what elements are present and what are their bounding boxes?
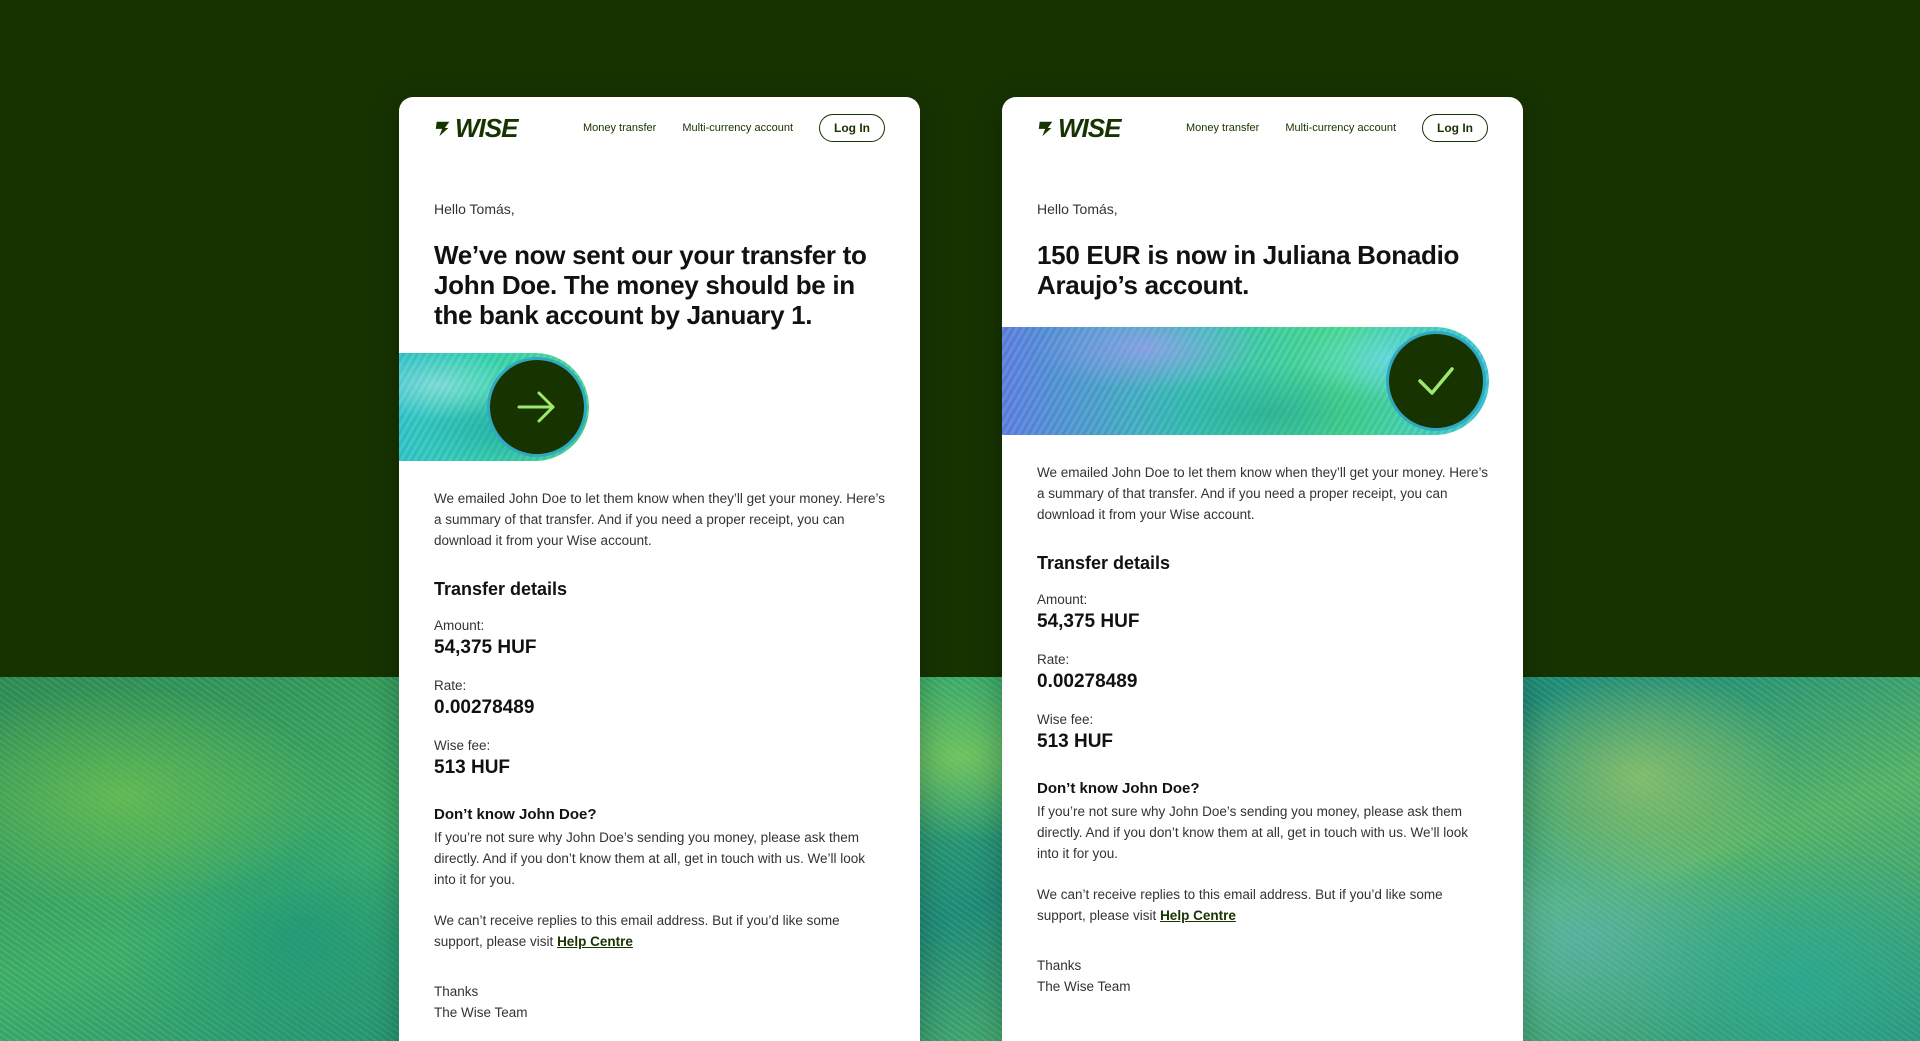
email-header: WISE Money transfer Multi-currency accou… [434, 113, 885, 143]
nav-money-transfer[interactable]: Money transfer [583, 122, 656, 134]
header-nav: Money transfer Multi-currency account Lo… [583, 114, 885, 142]
rate-value: 0.00278489 [434, 697, 535, 718]
wise-logo-text: WISE [1058, 112, 1121, 143]
background-texture [0, 677, 1920, 1041]
checkmark-icon [1418, 367, 1454, 395]
email-card-received: WISE Money transfer Multi-currency accou… [1002, 97, 1523, 1041]
fee-label: Wise fee: [434, 738, 491, 753]
unknown-sender-text: If you’re not sure why John Doe’s sendin… [1037, 804, 1468, 861]
email-header: WISE Money transfer Multi-currency accou… [1037, 113, 1488, 143]
unknown-sender-text: If you’re not sure why John Doe’s sendin… [434, 830, 865, 887]
rate-label: Rate: [1037, 652, 1070, 667]
login-button[interactable]: Log In [819, 114, 885, 142]
thanks-text: Thanks [434, 984, 479, 999]
greeting: Hello Tomás, [1037, 201, 1118, 217]
status-circle [487, 357, 587, 457]
help-centre-link[interactable]: Help Centre [1160, 908, 1236, 923]
status-circle [1386, 331, 1486, 431]
help-centre-link[interactable]: Help Centre [557, 934, 633, 949]
support-text: We can’t receive replies to this email a… [434, 910, 885, 952]
rate-value: 0.00278489 [1037, 671, 1138, 692]
intro-text: We emailed John Doe to let them know whe… [434, 491, 885, 548]
signature-text: The Wise Team [434, 1005, 528, 1020]
nav-multi-currency-account[interactable]: Multi-currency account [682, 122, 793, 134]
rate-label: Rate: [434, 678, 467, 693]
intro-text: We emailed John Doe to let them know whe… [1037, 465, 1488, 522]
amount-value: 54,375 HUF [1037, 611, 1140, 632]
signature-text: The Wise Team [1037, 979, 1131, 994]
nav-multi-currency-account[interactable]: Multi-currency account [1285, 122, 1396, 134]
headline: 150 EUR is now in Juliana Bonadio Araujo… [1037, 240, 1460, 300]
login-button[interactable]: Log In [1422, 114, 1488, 142]
transfer-details-title: Transfer details [1037, 553, 1171, 573]
wise-logo[interactable]: WISE [1037, 112, 1121, 144]
nav-money-transfer[interactable]: Money transfer [1186, 122, 1259, 134]
wise-flag-icon [435, 121, 450, 137]
greeting: Hello Tomás, [434, 201, 515, 217]
support-text-body: We can’t receive replies to this email a… [1037, 887, 1443, 923]
arrow-right-icon [517, 391, 555, 423]
fee-label: Wise fee: [1037, 712, 1094, 727]
unknown-sender-title: Don’t know John Doe? [434, 806, 597, 823]
support-text: We can’t receive replies to this email a… [1037, 884, 1488, 926]
fee-value: 513 HUF [434, 757, 511, 778]
wise-logo-text: WISE [455, 112, 518, 143]
fee-value: 513 HUF [1037, 731, 1114, 752]
amount-value: 54,375 HUF [434, 637, 537, 658]
wise-flag-icon [1038, 121, 1053, 137]
transfer-details-title: Transfer details [434, 579, 568, 599]
presentation-canvas: WISE Money transfer Multi-currency accou… [0, 0, 1920, 1041]
amount-label: Amount: [1037, 592, 1088, 607]
thanks-text: Thanks [1037, 958, 1082, 973]
unknown-sender-title: Don’t know John Doe? [1037, 780, 1200, 797]
amount-label: Amount: [434, 618, 485, 633]
headline: We’ve now sent our your transfer to John… [434, 240, 867, 330]
support-text-body: We can’t receive replies to this email a… [434, 913, 840, 949]
header-nav: Money transfer Multi-currency account Lo… [1186, 114, 1488, 142]
email-card-sent: WISE Money transfer Multi-currency accou… [399, 97, 920, 1041]
wise-logo[interactable]: WISE [434, 112, 518, 144]
